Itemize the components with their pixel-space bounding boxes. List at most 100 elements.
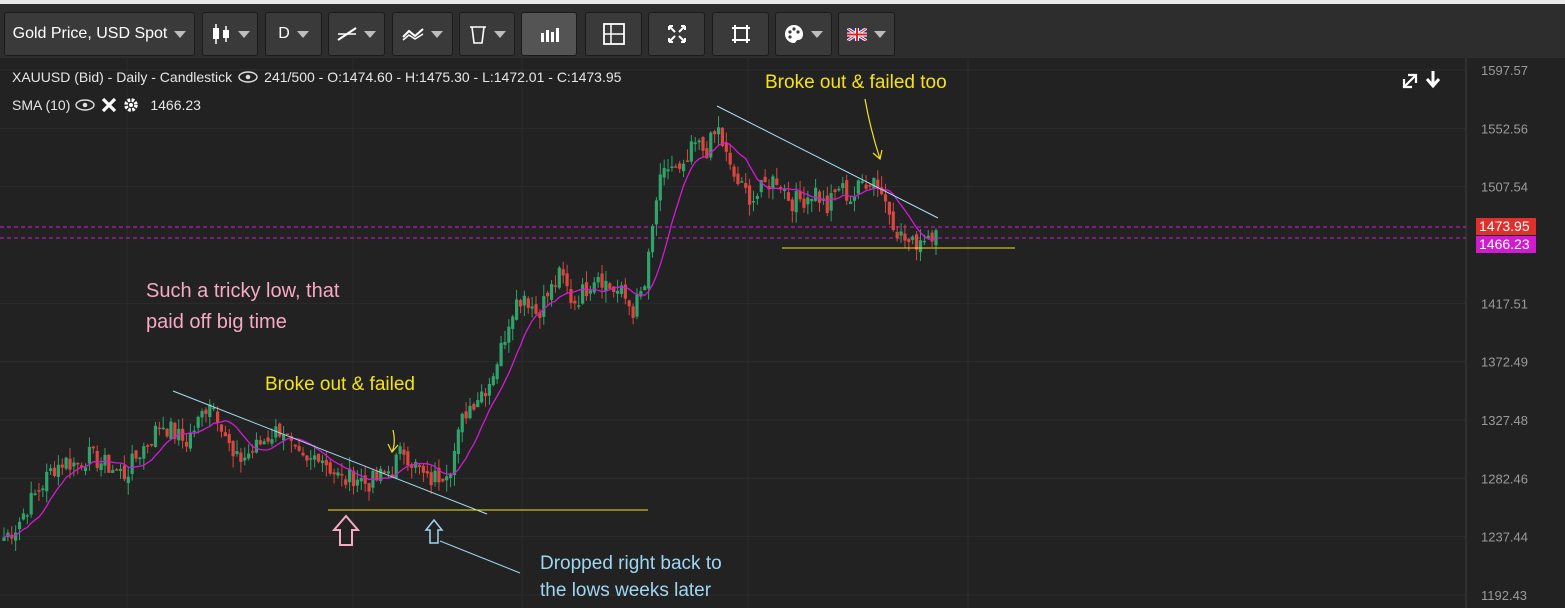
annotation-text: Dropped right back to — [540, 553, 722, 574]
candle-body — [654, 200, 658, 225]
price-tick-label: 1327.48 — [1481, 413, 1528, 428]
candle-body — [829, 193, 833, 211]
candle-body — [918, 240, 923, 253]
interval-selector[interactable]: D — [265, 12, 322, 56]
candle-body — [868, 185, 872, 187]
candle-body — [29, 492, 33, 515]
candle-body — [111, 470, 115, 473]
candle-body — [285, 433, 290, 436]
candle-body — [421, 465, 425, 473]
candle-body — [837, 188, 841, 191]
candle-body — [188, 432, 192, 449]
candle-body — [856, 180, 860, 194]
candle-body — [107, 454, 111, 473]
candle-body — [138, 457, 142, 460]
candle-body — [382, 471, 387, 473]
candle-body — [328, 462, 332, 474]
eye-icon[interactable] — [74, 98, 96, 112]
candle-body — [103, 454, 107, 466]
candle-body — [546, 292, 550, 297]
candle-body — [615, 290, 620, 294]
candle-body — [534, 304, 538, 314]
drawing-tools-button[interactable] — [328, 12, 385, 56]
close-icon[interactable] — [100, 96, 118, 114]
eye-icon[interactable] — [238, 71, 258, 83]
price-tick-label: 1372.49 — [1481, 355, 1528, 370]
candle-body — [907, 238, 911, 243]
candle-body — [775, 178, 779, 185]
legend-stats: 241/500 - O:1474.60 - H:1475.30 - L:1472… — [264, 69, 622, 85]
candle-body — [52, 467, 57, 477]
candle-body — [608, 283, 612, 289]
candle-body — [60, 464, 64, 468]
candle-body — [495, 364, 499, 380]
indicators-button[interactable] — [392, 12, 453, 56]
annotation-arrow-2 — [864, 98, 883, 161]
candle-body — [934, 230, 938, 246]
candle-body — [903, 233, 907, 241]
candle-body — [21, 513, 26, 520]
candle-body — [278, 423, 282, 437]
candle-body — [445, 476, 449, 481]
candle-body — [301, 452, 305, 456]
download-icon[interactable] — [1425, 71, 1441, 89]
chevron-down-icon — [364, 30, 376, 38]
candle-body — [569, 288, 573, 303]
candle-body — [848, 201, 853, 205]
candle-body — [623, 284, 627, 299]
candle-body — [309, 458, 313, 460]
sma-legend-value: 1466.23 — [150, 97, 201, 113]
expand-icon[interactable] — [1402, 73, 1418, 89]
candle-body — [441, 478, 445, 482]
candle-body — [794, 190, 798, 213]
candle-body — [670, 166, 674, 168]
candle-body — [561, 269, 565, 276]
bar-chart-icon — [541, 28, 559, 42]
theme-button[interactable] — [775, 12, 832, 56]
candle-body — [118, 469, 123, 472]
candle-body — [45, 471, 49, 492]
candle-body — [375, 471, 379, 480]
candle-body — [254, 439, 259, 453]
candle-body — [134, 450, 138, 459]
fullscreen-button[interactable] — [648, 12, 705, 56]
candle-body — [398, 446, 402, 454]
layout-button[interactable] — [585, 12, 642, 56]
volume-toggle-button[interactable] — [521, 12, 577, 56]
chart-type-button[interactable] — [202, 12, 258, 56]
annotation-broke-out-too: Broke out & failed too — [765, 72, 947, 93]
chart-area[interactable]: 1597.57 1552.56 1507.54 1417.51 1372.49 1327.… — [0, 58, 1565, 608]
candle-body — [911, 236, 915, 240]
crop-icon — [731, 25, 750, 43]
candle-body — [433, 470, 437, 483]
candle-body — [402, 449, 406, 455]
gear-icon[interactable] — [122, 96, 140, 114]
candle-body — [33, 493, 37, 495]
candle-body — [845, 180, 849, 201]
candle-body — [701, 137, 705, 151]
chevron-down-icon — [493, 30, 506, 38]
candle-body — [99, 463, 103, 471]
candle-body — [887, 201, 891, 215]
layout-icon — [602, 23, 625, 45]
candlestick-icon — [212, 24, 229, 44]
candle-body — [227, 433, 231, 444]
candle-body — [581, 284, 585, 304]
candle-body — [511, 316, 515, 329]
candle-body — [713, 131, 717, 135]
candle-body — [817, 191, 822, 203]
language-button[interactable] — [838, 12, 895, 56]
candle-body — [115, 469, 119, 471]
candle-body — [860, 181, 864, 183]
candle-body — [627, 300, 631, 307]
fit-chart-button[interactable] — [712, 12, 769, 56]
delete-drawings-button[interactable] — [459, 12, 515, 56]
candle-body — [503, 341, 507, 346]
candle-body — [87, 446, 92, 464]
candle-body — [755, 195, 759, 199]
symbol-selector[interactable]: Gold Price, USD Spot — [4, 12, 195, 56]
candle-body — [814, 187, 818, 201]
candle-body — [483, 393, 488, 397]
candle-body — [313, 455, 317, 460]
chevron-down-icon — [874, 30, 886, 38]
